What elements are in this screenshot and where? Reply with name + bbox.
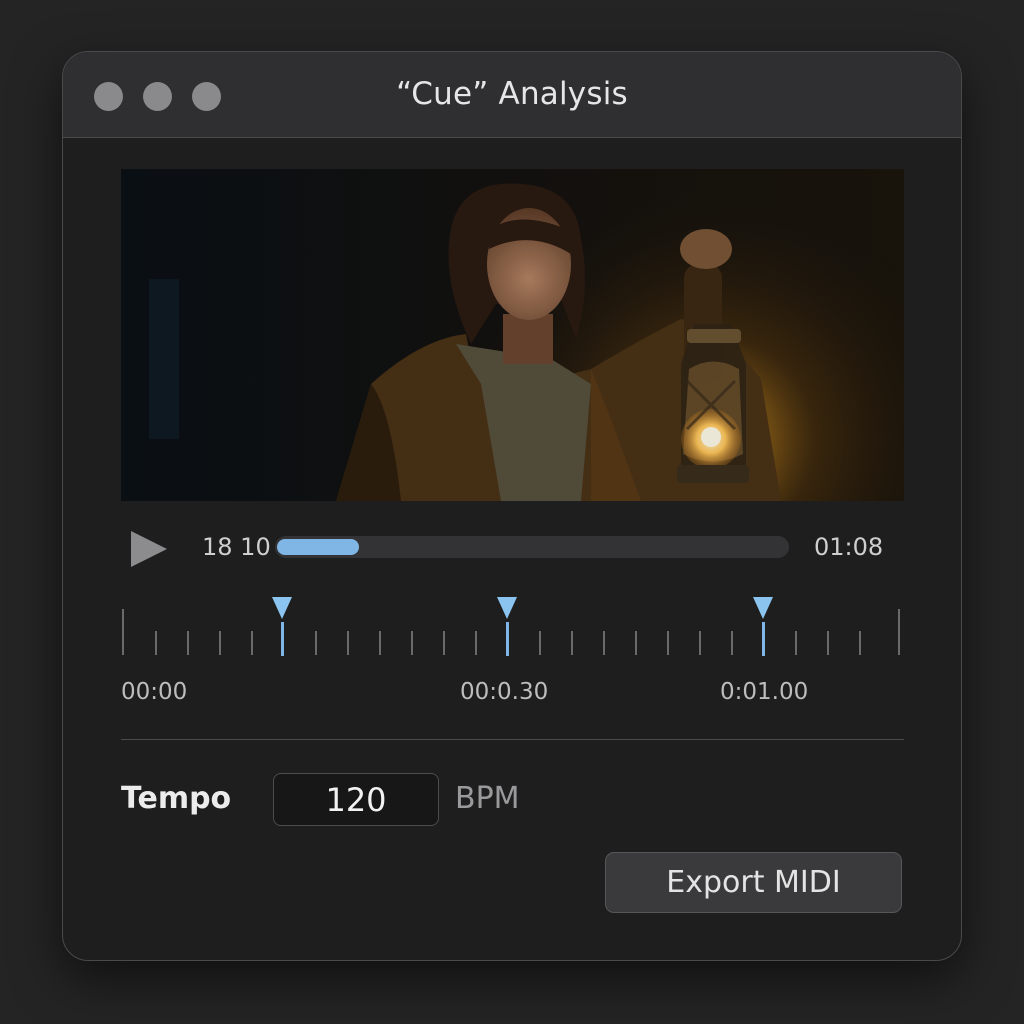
ruler-tick [411,631,413,655]
current-time: 18 10 [202,533,271,561]
window-title: “Cue” Analysis [396,76,628,112]
ruler-tick [187,631,189,655]
ruler-tick [347,631,349,655]
cue-marker-line [281,622,284,656]
progress-fill [277,539,359,555]
ruler-tick [603,631,605,655]
timeline-label-end: 0:01.00 [720,679,809,705]
timeline-label-mid: 00:0.30 [460,679,549,705]
cue-marker-2[interactable] [497,597,517,661]
ruler-tick [699,631,701,655]
ruler-tick [898,609,900,655]
cue-marker-line [762,622,765,656]
ruler-tick [219,631,221,655]
ruler-tick [122,609,124,655]
ruler-tick [251,631,253,655]
ruler-tick [539,631,541,655]
ruler-tick [731,631,733,655]
cue-marker-triangle-icon [272,597,292,619]
ruler-tick [667,631,669,655]
cue-marker-triangle-icon [497,597,517,619]
ruler-tick [859,631,861,655]
cue-analysis-window: “Cue” Analysis 18 10 01:08 00:00 00:0.30… [62,51,962,961]
cue-marker-1[interactable] [272,597,292,661]
cue-marker-triangle-icon [753,597,773,619]
video-frame [121,169,904,501]
ruler-tick [635,631,637,655]
tempo-label: Tempo [121,781,232,816]
title-bar: “Cue” Analysis [63,52,961,138]
play-icon[interactable] [129,529,169,569]
ruler-tick [443,631,445,655]
tempo-input[interactable] [273,773,439,826]
cue-marker-line [506,622,509,656]
ruler-tick [571,631,573,655]
total-duration: 01:08 [814,533,884,561]
ruler-tick [795,631,797,655]
cue-timeline-ruler[interactable] [121,593,905,663]
ruler-tick [379,631,381,655]
progress-bar[interactable] [275,536,789,558]
timeline-label-start: 00:00 [121,679,188,705]
ruler-tick [475,631,477,655]
bpm-unit-label: BPM [455,781,520,816]
cue-marker-3[interactable] [753,597,773,661]
video-still-lantern-scene [121,169,904,501]
section-divider [121,739,904,740]
export-midi-button[interactable]: Export MIDI [605,852,902,913]
ruler-tick [827,631,829,655]
ruler-tick [155,631,157,655]
ruler-tick [315,631,317,655]
